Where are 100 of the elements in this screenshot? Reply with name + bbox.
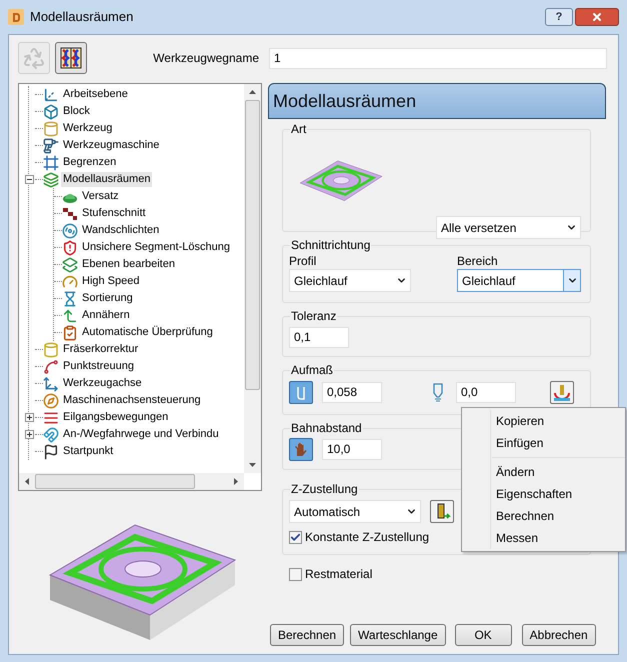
- tree-item[interactable]: Begrenzen: [61, 155, 118, 170]
- tree-item[interactable]: Unsichere Segment-Löschung: [80, 240, 232, 255]
- tree-item[interactable]: Fräserkorrektur: [61, 342, 140, 357]
- group-label: Schnittrichtung: [290, 237, 372, 254]
- disc-icon: [62, 222, 78, 238]
- scrollbar-thumb[interactable]: [35, 474, 195, 489]
- check-icon: [290, 532, 301, 542]
- axes-icon: [43, 86, 59, 102]
- tree-item[interactable]: Stufenschnitt: [80, 206, 148, 221]
- hand-icon: [293, 442, 309, 458]
- scroll-up-icon[interactable]: [249, 90, 256, 94]
- menu-item[interactable]: Einfügen: [462, 432, 625, 454]
- axes-icon: [43, 376, 59, 392]
- input-field[interactable]: 0,058: [322, 382, 382, 403]
- vertical-scrollbar[interactable]: [244, 84, 261, 473]
- steps-icon: [62, 206, 78, 222]
- magnet-icon: [43, 426, 59, 442]
- spline-icon: [43, 358, 59, 374]
- close-button[interactable]: [575, 8, 619, 26]
- checkbox-label: Restmaterial: [305, 566, 372, 583]
- help-button[interactable]: ?: [545, 8, 573, 26]
- frame-icon: [43, 154, 59, 170]
- field-label: Bereich: [457, 254, 499, 269]
- menu-item[interactable]: Messen: [462, 527, 625, 549]
- horizontal-scrollbar[interactable]: [19, 473, 244, 490]
- dropdown[interactable]: Alle versetzen: [436, 216, 581, 239]
- group-label: Art: [290, 121, 308, 138]
- group-label: Toleranz: [290, 308, 338, 325]
- group-label: Bahnabstand: [290, 420, 363, 437]
- input-field[interactable]: 0,1: [289, 327, 349, 348]
- tree-item[interactable]: Arbeitsebene: [61, 87, 130, 102]
- expand-toggle[interactable]: [24, 413, 34, 422]
- expand-toggle[interactable]: [24, 430, 34, 439]
- dialog-button[interactable]: Warteschlange: [350, 624, 446, 646]
- collapse-toggle[interactable]: [24, 175, 34, 184]
- menu-item[interactable]: Eigenschaften: [462, 483, 625, 505]
- dialog-button[interactable]: Abbrechen: [522, 624, 596, 646]
- close-icon: [591, 11, 603, 23]
- stepover-button[interactable]: [289, 438, 313, 461]
- tree-item[interactable]: Ebenen bearbeiten: [80, 257, 177, 272]
- tree-item[interactable]: Startpunkt: [61, 444, 116, 459]
- recycle-icon: [22, 46, 46, 70]
- tree-item[interactable]: High Speed: [80, 274, 142, 289]
- scroll-left-icon[interactable]: [25, 478, 29, 485]
- tool-outline-icon: [432, 382, 444, 402]
- tree-item[interactable]: Versatz: [80, 189, 121, 204]
- tree-item[interactable]: Werkzeugachse: [61, 376, 144, 391]
- name-field[interactable]: 1: [269, 48, 607, 68]
- tree-item[interactable]: Wandschlichten: [80, 223, 162, 238]
- layers-icon: [43, 172, 59, 188]
- input-field[interactable]: 0,0: [456, 382, 516, 403]
- tool-button[interactable]: [430, 500, 454, 523]
- field-label: Profil: [289, 254, 318, 269]
- dialog-button[interactable]: Berechnen: [270, 624, 344, 646]
- flag-icon: [43, 444, 59, 460]
- tool-arc-icon: [553, 384, 571, 402]
- tree-item[interactable]: Eilgangsbewegungen: [61, 410, 170, 425]
- lines-icon: [43, 410, 59, 426]
- tree-item[interactable]: Modellausräumen: [61, 172, 152, 187]
- cylinder-icon: [43, 342, 59, 358]
- tree-item[interactable]: Block: [61, 104, 92, 119]
- group-label: Z-Zustellung: [290, 481, 359, 498]
- app-logo-icon: [8, 9, 24, 25]
- gauge-icon: [62, 274, 78, 290]
- cylinder-icon: [43, 120, 59, 136]
- tree-item[interactable]: An-/Wegfahrwege und Verbindu: [61, 427, 221, 442]
- tree-item[interactable]: Punktstreuung: [61, 359, 136, 374]
- arrow-icon: [62, 308, 78, 324]
- tree-item[interactable]: Annähern: [80, 308, 132, 323]
- block-icon: [43, 104, 59, 120]
- dialog-button[interactable]: OK: [454, 624, 512, 646]
- checkbox[interactable]: [289, 530, 302, 544]
- tree-item[interactable]: Werkzeug: [61, 121, 114, 136]
- input-field[interactable]: 10,0: [322, 439, 382, 460]
- dropdown[interactable]: Automatisch: [289, 500, 421, 523]
- tree-item[interactable]: Sortierung: [80, 291, 135, 306]
- menu-item[interactable]: Ändern: [462, 461, 625, 483]
- dropdown[interactable]: Gleichlauf: [457, 269, 581, 292]
- field-label: Werkzeugwegname: [153, 50, 259, 67]
- dropdown[interactable]: Gleichlauf: [289, 269, 411, 292]
- tree-item[interactable]: Maschinenachsensteuerung: [61, 393, 203, 408]
- toolbar-button[interactable]: [55, 42, 87, 74]
- scroll-right-icon[interactable]: [234, 478, 238, 485]
- layers-icon: [62, 256, 78, 272]
- compass-icon: [43, 392, 59, 408]
- window-title: Modellausräumen: [30, 8, 134, 26]
- tree-item[interactable]: Automatische Überprüfung: [80, 325, 215, 340]
- pattern-cards-icon: [59, 46, 83, 70]
- group-label: Aufmaß: [290, 362, 334, 379]
- panel-header: Modellausräumen: [268, 83, 606, 119]
- checkbox-label: Konstante Z-Zustellung: [305, 529, 430, 546]
- drill-icon: [43, 138, 59, 154]
- menu-item[interactable]: Berechnen: [462, 505, 625, 527]
- menu-item[interactable]: Kopieren: [462, 410, 625, 432]
- tree-item[interactable]: Werkzeugmaschine: [61, 138, 162, 153]
- scroll-down-icon[interactable]: [249, 463, 256, 467]
- shield-warning-icon: [62, 240, 78, 256]
- radial-offset-button[interactable]: [289, 381, 313, 404]
- scrollbar-thumb[interactable]: [245, 100, 260, 390]
- checkbox[interactable]: [289, 568, 302, 580]
